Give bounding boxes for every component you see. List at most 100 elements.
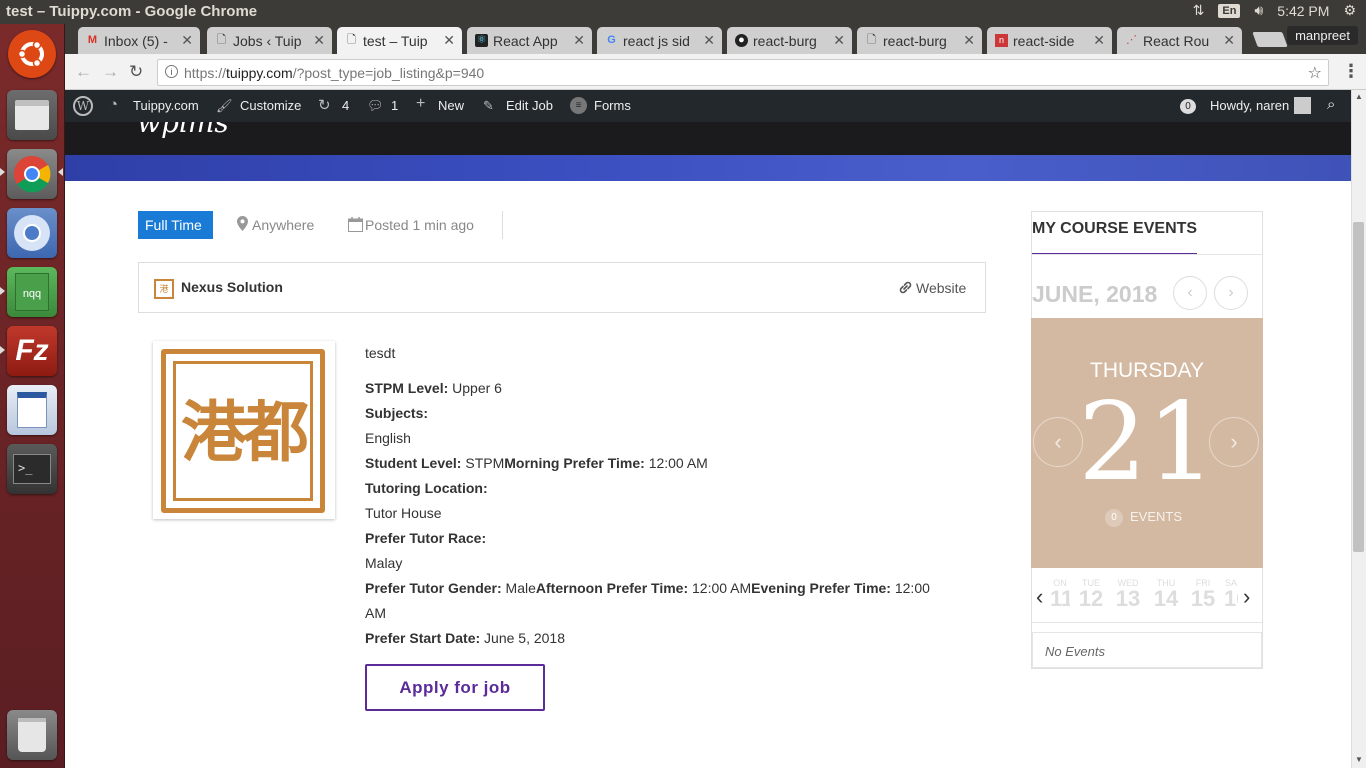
- bookmark-star-icon[interactable]: ☆: [1308, 63, 1322, 83]
- files-icon[interactable]: [7, 90, 57, 140]
- profile-button[interactable]: manpreet: [1287, 26, 1358, 45]
- website-link[interactable]: Website: [916, 280, 966, 296]
- unity-launcher: nqq Fz >_: [0, 24, 65, 768]
- week-day[interactable]: SA16: [1224, 578, 1238, 612]
- howdy-user-link[interactable]: Howdy, naren: [1210, 98, 1289, 113]
- location-pin-icon: [237, 216, 248, 234]
- week-day[interactable]: ON 11: [1050, 578, 1070, 612]
- tab-inbox[interactable]: M Inbox (5) - ✕: [78, 27, 200, 54]
- tab-react-router[interactable]: ⋰ React Rou ✕: [1117, 27, 1242, 54]
- volume-icon[interactable]: 🔊︎: [1254, 2, 1263, 19]
- libreoffice-writer-icon[interactable]: [7, 385, 57, 435]
- search-icon[interactable]: ⌕: [1327, 96, 1335, 113]
- close-tab-icon[interactable]: ✕: [963, 32, 975, 49]
- prev-day-button[interactable]: ‹: [1033, 417, 1083, 467]
- google-chrome-icon[interactable]: [7, 149, 57, 199]
- notification-count[interactable]: 0: [1180, 99, 1196, 114]
- job-type-badge: Full Time: [138, 211, 213, 239]
- plus-icon: +: [416, 95, 426, 112]
- tab-test-tuippy[interactable]: 🗋 test – Tuip ✕: [337, 27, 462, 55]
- week-day[interactable]: WED 13: [1113, 578, 1143, 612]
- trash-icon[interactable]: [7, 710, 57, 760]
- updates-count[interactable]: 4: [342, 98, 349, 113]
- chrome-menu-icon[interactable]: ⋮: [1342, 61, 1360, 82]
- clock[interactable]: 5:42 PM: [1277, 3, 1329, 19]
- week-day[interactable]: FRI 15: [1188, 578, 1218, 612]
- close-tab-icon[interactable]: ✕: [443, 32, 455, 49]
- address-bar[interactable]: i https://tuippy.com/?post_type=job_list…: [157, 59, 1329, 86]
- filezilla-icon[interactable]: Fz: [7, 326, 57, 376]
- calendar-icon: [348, 217, 363, 235]
- tab-google-search[interactable]: Greact js sid ✕: [597, 27, 722, 54]
- notepadqq-icon[interactable]: nqq: [7, 267, 57, 317]
- brush-icon: 🖌︎: [216, 98, 233, 113]
- week-day[interactable]: TUE 12: [1076, 578, 1106, 612]
- tutor-gender-row: Prefer Tutor Gender: MaleAfternoon Prefe…: [365, 580, 930, 596]
- prev-month-button[interactable]: ‹: [1173, 276, 1207, 310]
- reload-icon[interactable]: ↻: [129, 62, 143, 82]
- posted-time: Posted 1 min ago: [365, 217, 474, 233]
- pencil-icon: ✎: [483, 98, 494, 113]
- tab-react-app[interactable]: ⚛ React App ✕: [467, 27, 592, 54]
- wordpress-logo-icon[interactable]: W: [73, 96, 93, 116]
- next-day-button[interactable]: ›: [1209, 417, 1259, 467]
- edit-job-link[interactable]: Edit Job: [506, 98, 553, 113]
- company-logo: 港都: [153, 341, 335, 519]
- ubuntu-dash-icon[interactable]: [8, 30, 56, 78]
- system-tray: ⇅ En 🔊︎ 5:42 PM ⚙: [1193, 2, 1356, 19]
- page-icon: 🗋: [867, 34, 876, 46]
- user-avatar[interactable]: [1294, 97, 1311, 114]
- gmail-icon: M: [87, 34, 98, 46]
- stpm-level-row: STPM Level: Upper 6: [365, 380, 502, 396]
- site-name-link[interactable]: Tuippy.com: [133, 98, 199, 113]
- close-tab-icon[interactable]: ✕: [573, 32, 585, 49]
- subjects-value: English: [365, 430, 411, 446]
- new-link[interactable]: New: [438, 98, 464, 113]
- company-logo-glyph: 港都: [173, 361, 313, 501]
- scroll-up-arrow-icon[interactable]: ▲: [1355, 92, 1363, 101]
- widget-title: MY COURSE EVENTS: [1032, 220, 1198, 237]
- dashboard-icon: ◔: [109, 96, 119, 113]
- next-month-button[interactable]: ›: [1214, 276, 1248, 310]
- terminal-icon[interactable]: >_: [7, 444, 57, 494]
- week-day[interactable]: THU 14: [1151, 578, 1181, 612]
- student-level-row: Student Level: STPMMorning Prefer Time: …: [365, 455, 708, 471]
- settings-gear-icon[interactable]: ⚙: [1343, 2, 1356, 19]
- chromium-icon[interactable]: [7, 208, 57, 258]
- page-icon: 🗋: [217, 34, 226, 46]
- tab-npm[interactable]: n react-side ✕: [987, 27, 1112, 54]
- info-icon[interactable]: i: [165, 65, 178, 78]
- calendar-day-panel: THURSDAY 21 ‹ › 0 EVENTS: [1031, 318, 1263, 568]
- wp-admin-bar: W ◔ Tuippy.com 🖌︎ Customize ↻ 4 💬︎ 1 + N…: [65, 90, 1351, 122]
- new-tab-button[interactable]: [1252, 32, 1288, 47]
- customize-link[interactable]: Customize: [240, 98, 301, 113]
- back-arrow-icon[interactable]: ←: [75, 62, 92, 82]
- close-tab-icon[interactable]: ✕: [181, 32, 193, 49]
- next-week-arrow-icon[interactable]: ›: [1243, 584, 1250, 610]
- prev-week-arrow-icon[interactable]: ‹: [1036, 584, 1043, 610]
- network-icon[interactable]: ⇅: [1193, 2, 1205, 19]
- close-tab-icon[interactable]: ✕: [313, 32, 325, 49]
- keyboard-indicator[interactable]: En: [1218, 3, 1241, 18]
- browser-toolbar: ← → ↻ i https://tuippy.com/?post_type=jo…: [65, 54, 1366, 90]
- close-tab-icon[interactable]: ✕: [703, 32, 715, 49]
- forms-icon: ≡: [570, 97, 587, 114]
- comments-count[interactable]: 1: [391, 98, 398, 113]
- scrollbar-thumb[interactable]: [1353, 222, 1364, 552]
- close-tab-icon[interactable]: ✕: [1093, 32, 1105, 49]
- forward-arrow-icon[interactable]: →: [102, 62, 119, 82]
- tab-jobs[interactable]: 🗋 Jobs ‹ Tuip ✕: [207, 27, 332, 54]
- close-tab-icon[interactable]: ✕: [1223, 32, 1235, 49]
- react-icon: ⚛: [475, 34, 488, 47]
- npm-icon: n: [995, 34, 1008, 47]
- subjects-row: Subjects:: [365, 405, 429, 421]
- start-date-row: Prefer Start Date: June 5, 2018: [365, 630, 566, 646]
- no-events-text: No Events: [1045, 644, 1105, 659]
- tab-github[interactable]: ● react-burg ✕: [727, 27, 852, 54]
- apply-for-job-button[interactable]: Apply for job: [365, 664, 545, 711]
- browser-tab-strip: M Inbox (5) - ✕ 🗋 Jobs ‹ Tuip ✕ 🗋 test – Tuip…: [65, 24, 1366, 55]
- tab-react-burger[interactable]: 🗋 react-burg ✕: [857, 27, 982, 54]
- scroll-down-arrow-icon[interactable]: ▼: [1355, 755, 1363, 764]
- close-tab-icon[interactable]: ✕: [833, 32, 845, 49]
- forms-link[interactable]: Forms: [594, 98, 631, 113]
